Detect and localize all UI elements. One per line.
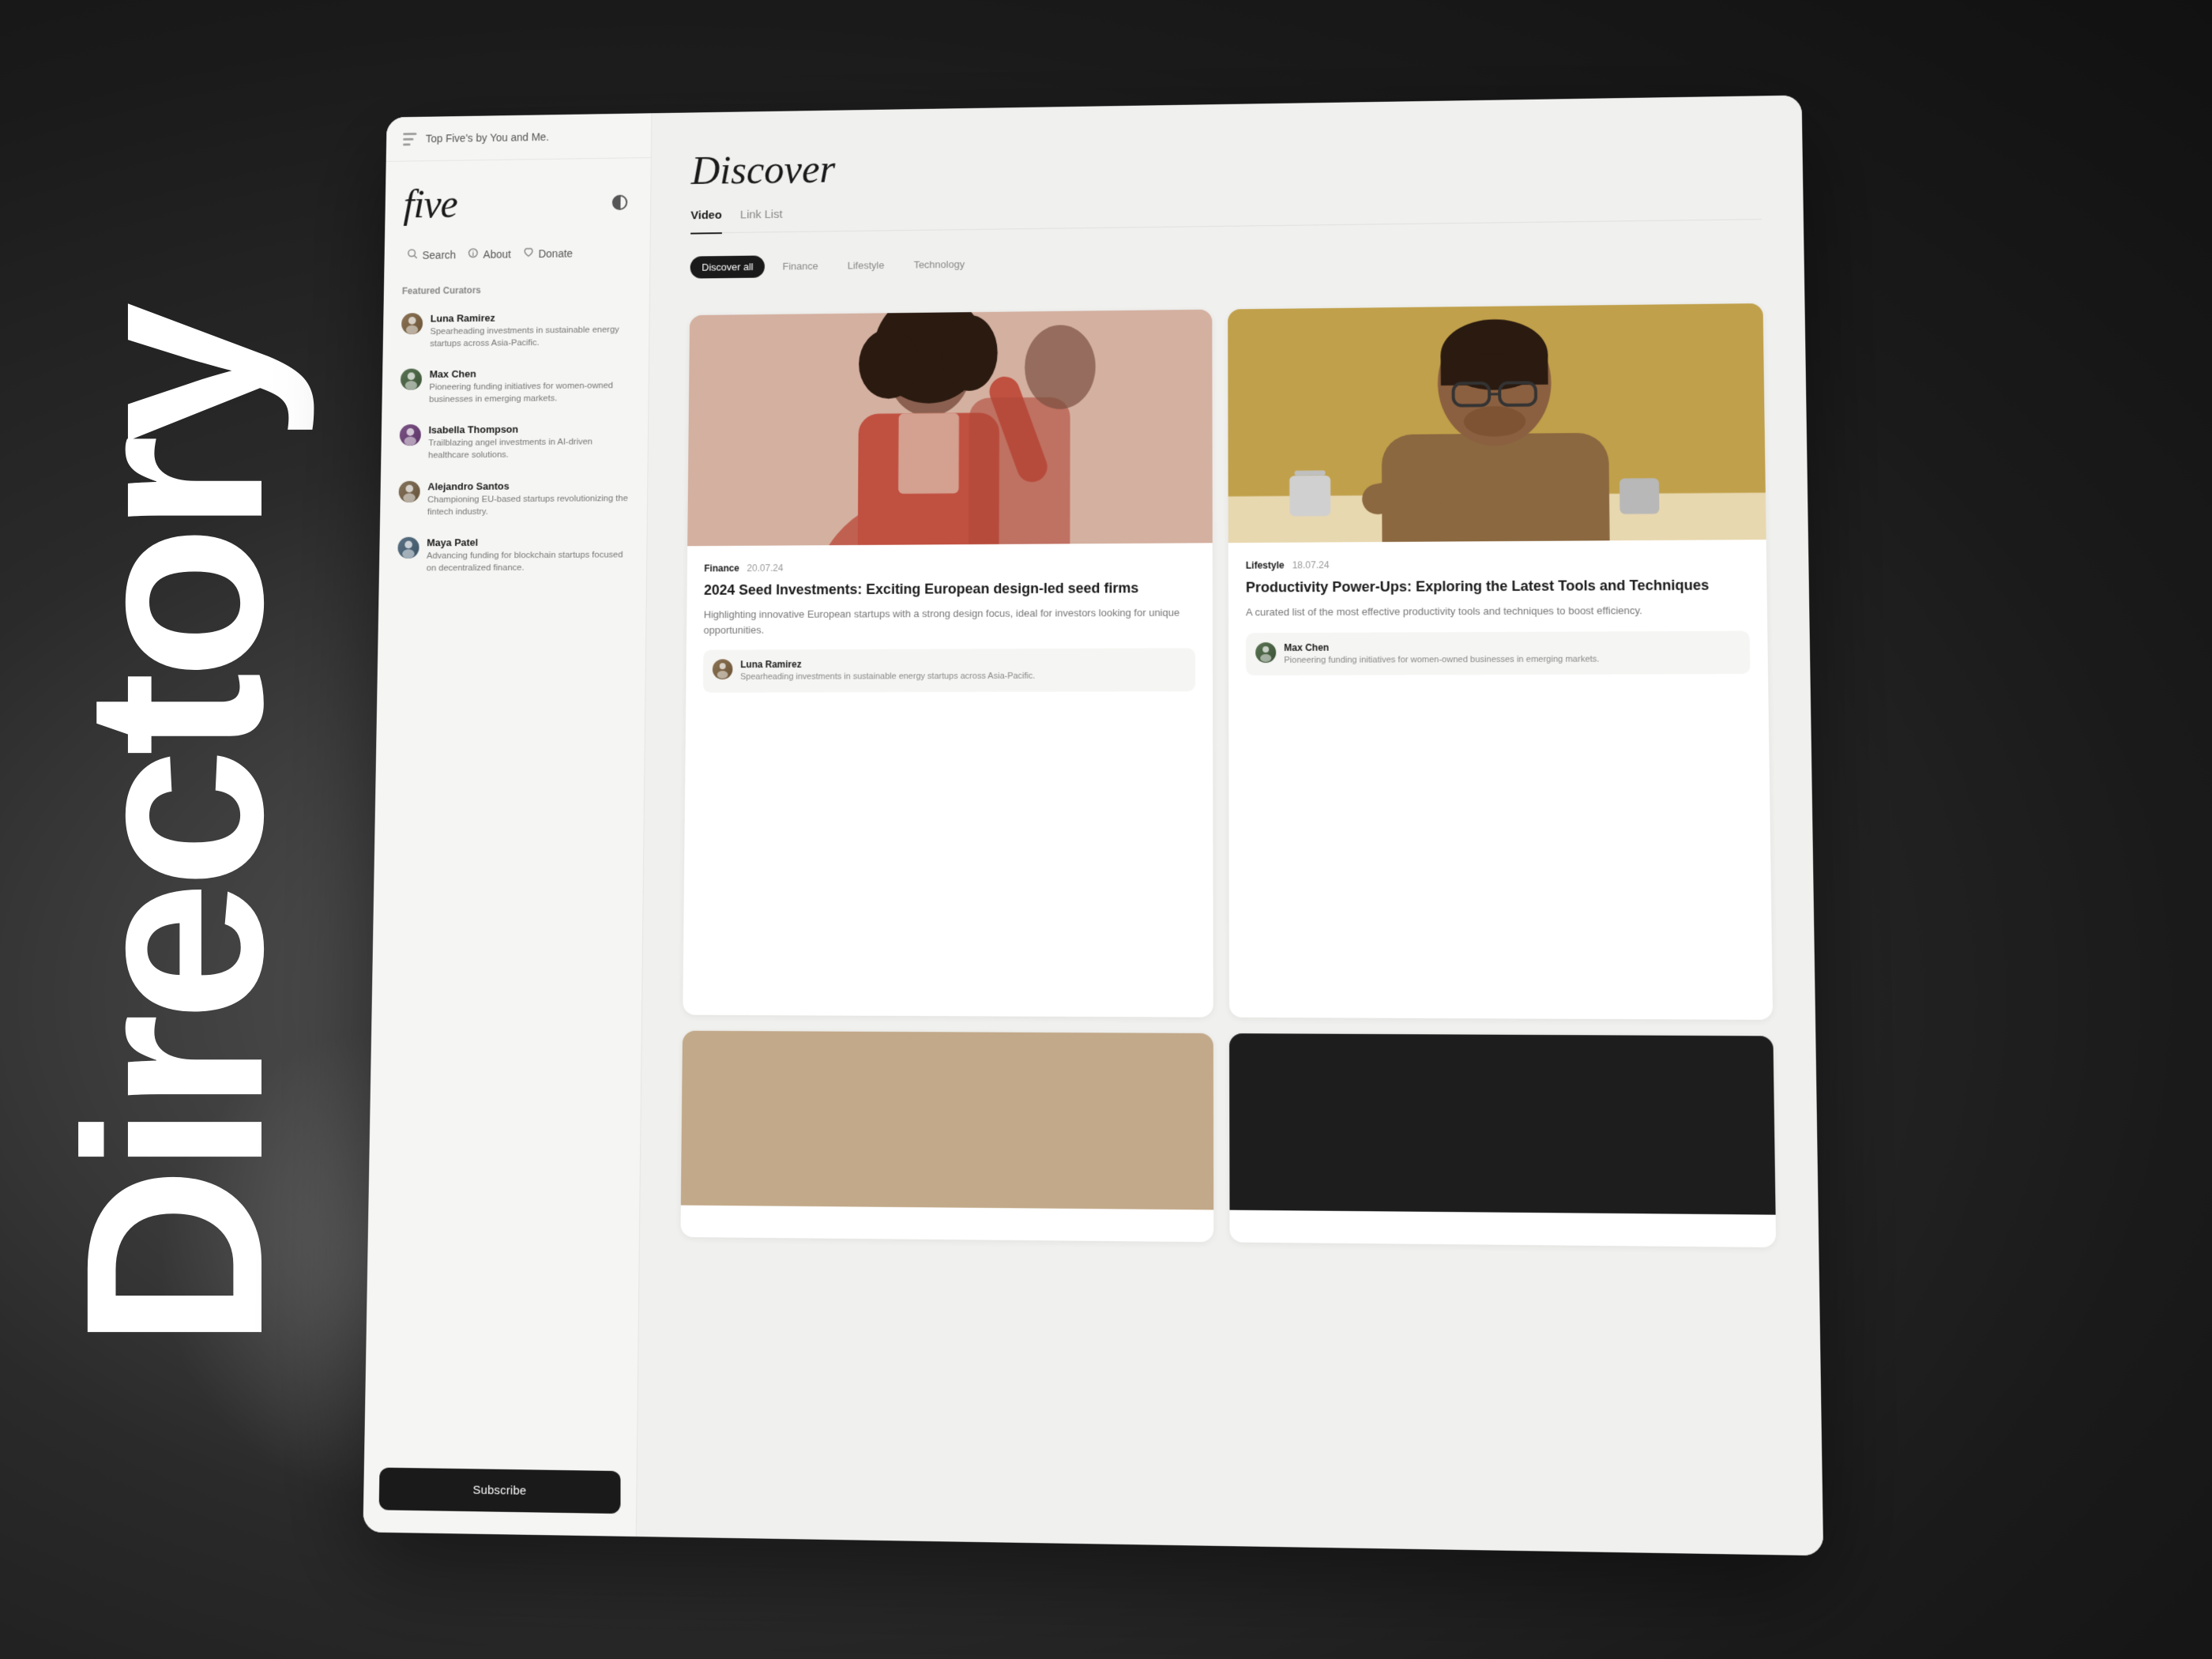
curator-item[interactable]: Maya Patel Advancing funding for blockch… [388, 528, 638, 582]
curator-description: Championing EU-based startups revolution… [427, 492, 629, 518]
card-meta: Lifestyle 18.07.24 [1246, 557, 1749, 570]
card-excerpt: A curated list of the most effective pro… [1246, 603, 1750, 620]
card-image [681, 1031, 1213, 1210]
card-image [687, 310, 1213, 547]
nav-donate-label: Donate [538, 246, 573, 259]
card-title: Productivity Power-Ups: Exploring the La… [1246, 576, 1749, 597]
curator-info: Maya Patel Advancing funding for blockch… [427, 536, 629, 574]
curator-name: Max Chen [430, 367, 630, 380]
nav-search-label: Search [422, 248, 456, 261]
curators-section-title: Featured Curators [384, 276, 650, 306]
author-avatar [1255, 642, 1276, 663]
donate-icon [523, 247, 534, 261]
nav-about[interactable]: i About [464, 244, 516, 264]
curator-description: Trailblazing angel investments in AI-dri… [428, 436, 630, 462]
filter-technology[interactable]: Technology [902, 253, 976, 276]
card-date: 20.07.24 [747, 562, 783, 574]
curator-info: Isabella Thompson Trailblazing angel inv… [428, 423, 630, 462]
background-directory-text: Directory [47, 310, 300, 1349]
nav-donate[interactable]: Donate [518, 243, 577, 263]
card-excerpt: Highlighting innovative European startup… [704, 605, 1195, 638]
nav-search[interactable]: Search [402, 245, 461, 265]
curator-name: Luna Ramirez [431, 310, 631, 324]
article-card[interactable] [1229, 1033, 1776, 1247]
avatar [401, 313, 423, 334]
subscribe-section: Subscribe [363, 1451, 636, 1537]
author-avatar [713, 660, 733, 680]
sidebar: Top Five's by You and Me. five [363, 113, 652, 1537]
author-name: Luna Ramirez [740, 658, 1035, 670]
curator-item[interactable]: Luna Ramirez Spearheading investments in… [392, 303, 640, 358]
nav-about-label: About [483, 247, 511, 260]
article-card[interactable]: Lifestyle 18.07.24 Productivity Power-Up… [1228, 303, 1773, 1020]
cards-grid: Finance 20.07.24 2024 Seed Investments: … [637, 288, 1823, 1556]
card-category: Lifestyle [1246, 560, 1285, 571]
curator-item[interactable]: Alejandro Santos Championing EU-based st… [389, 472, 638, 527]
author-info: Luna Ramirez Spearheading investments in… [740, 658, 1035, 683]
author-description: Spearheading investments in sustainable … [740, 671, 1035, 683]
curator-item[interactable]: Max Chen Pioneering funding initiatives … [391, 359, 640, 414]
filter-finance[interactable]: Finance [771, 254, 830, 277]
sidebar-nav: Search i About Donate [384, 236, 650, 280]
content-type-tabs: Video Link List [690, 194, 1762, 233]
avatar [400, 424, 421, 446]
curator-info: Alejandro Santos Championing EU-based st… [427, 479, 629, 518]
tab-link-list[interactable]: Link List [740, 208, 783, 223]
card-author: Max Chen Pioneering funding initiatives … [1246, 631, 1750, 676]
curator-name: Isabella Thompson [428, 423, 629, 436]
theme-toggle-button[interactable] [608, 190, 632, 214]
main-content: Discover Video Link List Discover all Fi… [637, 96, 1823, 1556]
main-header: Discover Video Link List Discover all Fi… [650, 96, 1804, 301]
avatar [401, 369, 422, 390]
app-window: Top Five's by You and Me. five [363, 96, 1823, 1556]
curator-description: Spearheading investments in sustainable … [430, 324, 630, 351]
sidebar-top-bar: Top Five's by You and Me. [386, 113, 652, 162]
card-image [1229, 1033, 1776, 1215]
author-name: Max Chen [1284, 641, 1599, 653]
card-date: 18.07.24 [1292, 559, 1330, 570]
card-body: Finance 20.07.24 2024 Seed Investments: … [686, 543, 1213, 706]
app-logo: five [403, 182, 457, 227]
topbar-icon [401, 130, 418, 147]
curator-list: Luna Ramirez Spearheading investments in… [364, 303, 649, 1455]
card-meta: Finance 20.07.24 [704, 560, 1195, 574]
curator-info: Max Chen Pioneering funding initiatives … [429, 367, 630, 406]
subscribe-button[interactable]: Subscribe [379, 1468, 621, 1514]
page-title: Discover [691, 134, 1762, 194]
curator-name: Maya Patel [427, 536, 628, 548]
card-body: Lifestyle 18.07.24 Productivity Power-Up… [1228, 540, 1768, 690]
author-info: Max Chen Pioneering funding initiatives … [1284, 641, 1599, 666]
curator-info: Luna Ramirez Spearheading investments in… [430, 310, 630, 350]
filter-lifestyle[interactable]: Lifestyle [836, 254, 896, 276]
tab-video[interactable]: Video [690, 209, 722, 234]
card-title: 2024 Seed Investments: Exciting European… [704, 579, 1195, 600]
filter-all[interactable]: Discover all [690, 255, 766, 278]
author-description: Pioneering funding initiatives for women… [1284, 653, 1599, 666]
search-icon [407, 248, 418, 261]
card-author: Luna Ramirez Spearheading investments in… [703, 649, 1195, 693]
card-category: Finance [704, 562, 739, 574]
topbar-label: Top Five's by You and Me. [426, 130, 549, 145]
curator-name: Alejandro Santos [427, 479, 629, 491]
curator-description: Pioneering funding initiatives for women… [429, 380, 630, 407]
avatar [399, 480, 420, 502]
curator-description: Advancing funding for blockchain startup… [427, 548, 628, 574]
curator-item[interactable]: Isabella Thompson Trailblazing angel inv… [390, 415, 639, 470]
logo-area: five [385, 158, 651, 240]
article-card[interactable]: Finance 20.07.24 2024 Seed Investments: … [683, 310, 1213, 1018]
avatar [397, 536, 419, 558]
svg-text:i: i [472, 250, 475, 258]
card-image [1228, 303, 1766, 543]
article-card[interactable] [680, 1031, 1213, 1243]
filter-tabs: Discover all Finance Lifestyle Technolog… [690, 231, 1762, 282]
info-icon: i [468, 247, 479, 261]
